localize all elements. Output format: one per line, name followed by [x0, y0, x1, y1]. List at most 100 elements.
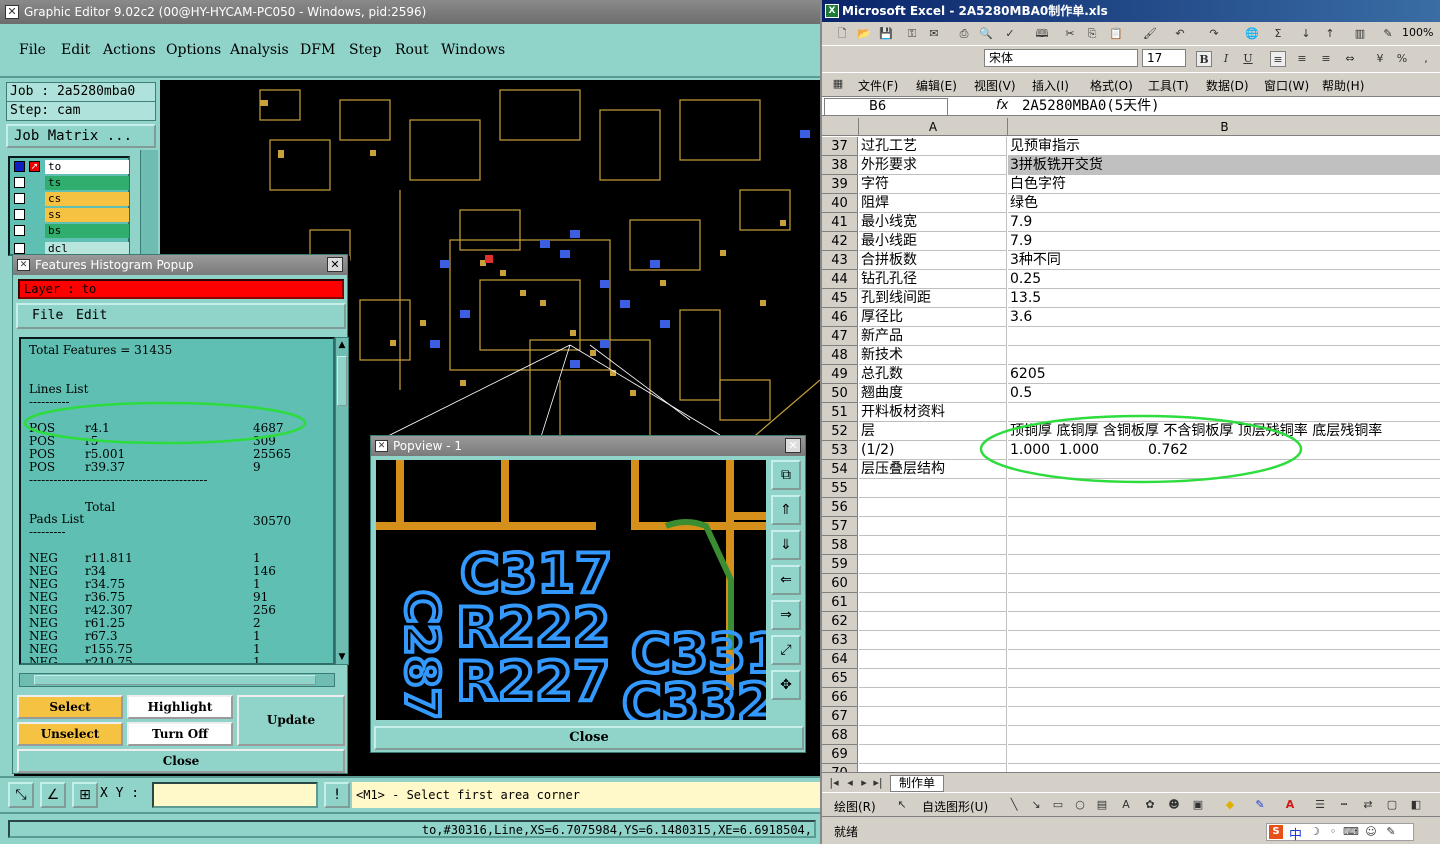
cell-b[interactable]: 13.5: [1008, 289, 1440, 308]
underline-icon[interactable]: U: [1240, 51, 1256, 67]
pad-symbol-row[interactable]: NEG r34.75 1: [29, 577, 329, 591]
layer-row-ts[interactable]: ts: [12, 176, 130, 190]
menu-rout[interactable]: Rout: [395, 42, 429, 58]
cell-a[interactable]: [859, 764, 1007, 772]
row-header[interactable]: 47: [822, 327, 858, 346]
layer-checkbox[interactable]: [14, 193, 25, 204]
pad-symbol-row[interactable]: NEG r34 146: [29, 564, 329, 578]
dash-style-icon[interactable]: ┅: [1336, 797, 1352, 813]
pan-right-icon[interactable]: ⇒: [771, 600, 801, 630]
scroll-down-icon[interactable]: ▼: [337, 652, 347, 662]
cell-a[interactable]: [859, 574, 1007, 593]
cell-b[interactable]: 7.9: [1008, 232, 1440, 251]
fx-icon[interactable]: fx: [996, 98, 1008, 113]
row-header[interactable]: 39: [822, 175, 858, 194]
column-header-a[interactable]: A: [859, 118, 1008, 136]
cell-a[interactable]: [859, 650, 1007, 669]
copy-icon[interactable]: ⎘: [1084, 26, 1100, 42]
row-header[interactable]: 67: [822, 707, 858, 726]
grid-snap-icon[interactable]: ⊞: [72, 782, 98, 808]
spellcheck-icon[interactable]: ✓: [1002, 26, 1018, 42]
row-header[interactable]: 45: [822, 289, 858, 308]
chart-wizard-icon[interactable]: ▥: [1352, 26, 1368, 42]
cell-a[interactable]: [859, 707, 1007, 726]
shadow-icon[interactable]: ▢: [1384, 797, 1400, 813]
job-matrix-button[interactable]: Job Matrix ...: [6, 124, 156, 148]
select-objects-icon[interactable]: ↖: [894, 797, 910, 813]
pad-symbol-row[interactable]: NEG r67.3 1: [29, 629, 329, 643]
layer-row-ss[interactable]: ss: [12, 208, 130, 222]
cell-b[interactable]: [1008, 574, 1440, 593]
draw-menu[interactable]: 绘图(R): [834, 798, 876, 815]
sort-asc-icon[interactable]: ↓: [1298, 26, 1314, 42]
cell-a[interactable]: 孔到线间距: [859, 289, 1007, 308]
pad-symbol-row[interactable]: NEG r36.75 91: [29, 590, 329, 604]
xl-menu-insert[interactable]: 插入(I): [1032, 77, 1069, 94]
open-icon[interactable]: 📂: [856, 26, 872, 42]
menu-dfm[interactable]: DFM: [300, 42, 335, 58]
update-button[interactable]: Update: [237, 695, 345, 746]
cell-a[interactable]: 合拼板数: [859, 251, 1007, 270]
rectangle-icon[interactable]: ▭: [1050, 797, 1066, 813]
new-icon[interactable]: 🗋: [834, 26, 850, 42]
fh-vertical-scrollbar[interactable]: ▲ ▼: [335, 337, 349, 665]
line-style-icon[interactable]: ☰: [1312, 797, 1328, 813]
bold-icon[interactable]: B: [1196, 51, 1212, 67]
layer-row-bs[interactable]: bs: [12, 224, 130, 238]
menu-step[interactable]: Step: [349, 42, 381, 58]
xl-menu-window[interactable]: 窗口(W): [1264, 77, 1309, 94]
turn-off-button[interactable]: Turn Off: [127, 722, 233, 746]
row-header[interactable]: 37: [822, 137, 858, 156]
row-header[interactable]: 57: [822, 517, 858, 536]
textbox-icon[interactable]: ▤: [1094, 797, 1110, 813]
arrow-icon[interactable]: ↘: [1028, 797, 1044, 813]
row-header[interactable]: 40: [822, 194, 858, 213]
paste-icon[interactable]: 📋: [1108, 26, 1124, 42]
pan-left-icon[interactable]: ⇐: [771, 565, 801, 595]
settings-icon[interactable]: ✎: [1383, 824, 1399, 840]
row-header[interactable]: 48: [822, 346, 858, 365]
angle-icon[interactable]: ∠: [40, 782, 66, 808]
xl-menu-tools[interactable]: 工具(T): [1148, 77, 1189, 94]
cell-b[interactable]: [1008, 764, 1440, 772]
cell-a[interactable]: [859, 536, 1007, 555]
row-header[interactable]: 61: [822, 593, 858, 612]
layer-checkbox[interactable]: [14, 225, 25, 236]
cell-b[interactable]: 0.25: [1008, 270, 1440, 289]
cell-a[interactable]: [859, 593, 1007, 612]
pad-symbol-row[interactable]: NEG r61.25 2: [29, 616, 329, 630]
zoom-in-icon[interactable]: ✥: [771, 670, 801, 700]
unselect-button[interactable]: Unselect: [17, 722, 123, 746]
cell-b[interactable]: [1008, 707, 1440, 726]
cell-a[interactable]: 翘曲度: [859, 384, 1007, 403]
align-right-icon[interactable]: ≡: [1318, 51, 1334, 67]
permission-icon[interactable]: ⚿: [904, 26, 920, 42]
cell-a[interactable]: 最小线宽: [859, 213, 1007, 232]
fill-color-icon[interactable]: ◆: [1222, 797, 1238, 813]
layer-row-to[interactable]: ➚ to: [12, 160, 130, 174]
close-icon[interactable]: ✕: [327, 257, 343, 272]
formula-input[interactable]: 2A5280MBA0(5天件): [1022, 98, 1160, 114]
undo-icon[interactable]: ↶: [1172, 26, 1188, 42]
cell-b[interactable]: [1008, 593, 1440, 612]
menu-actions[interactable]: Actions: [103, 42, 156, 58]
menu-edit[interactable]: Edit: [61, 42, 90, 58]
print-preview-icon[interactable]: 🔍: [978, 26, 994, 42]
info-icon[interactable]: !: [324, 782, 350, 808]
fh-feature-list[interactable]: Total Features = 31435 Lines List ------…: [19, 337, 335, 665]
row-header[interactable]: 51: [822, 403, 858, 422]
row-header[interactable]: 41: [822, 213, 858, 232]
row-header[interactable]: 38: [822, 156, 858, 175]
picture-icon[interactable]: ▣: [1190, 797, 1206, 813]
menu-file[interactable]: File: [19, 42, 46, 58]
histogram-close-button[interactable]: Close: [17, 749, 345, 773]
cell-a[interactable]: 新技术: [859, 346, 1007, 365]
align-left-icon[interactable]: ≡: [1270, 51, 1286, 67]
clipart-icon[interactable]: ☻: [1166, 797, 1182, 813]
cell-b[interactable]: 3.6: [1008, 308, 1440, 327]
autosum-icon[interactable]: Σ: [1270, 26, 1286, 42]
cell-b[interactable]: 见预审指示: [1008, 137, 1440, 156]
email-icon[interactable]: ✉: [926, 26, 942, 42]
xl-menu-data[interactable]: 数据(D): [1206, 77, 1249, 94]
cell-b[interactable]: [1008, 631, 1440, 650]
